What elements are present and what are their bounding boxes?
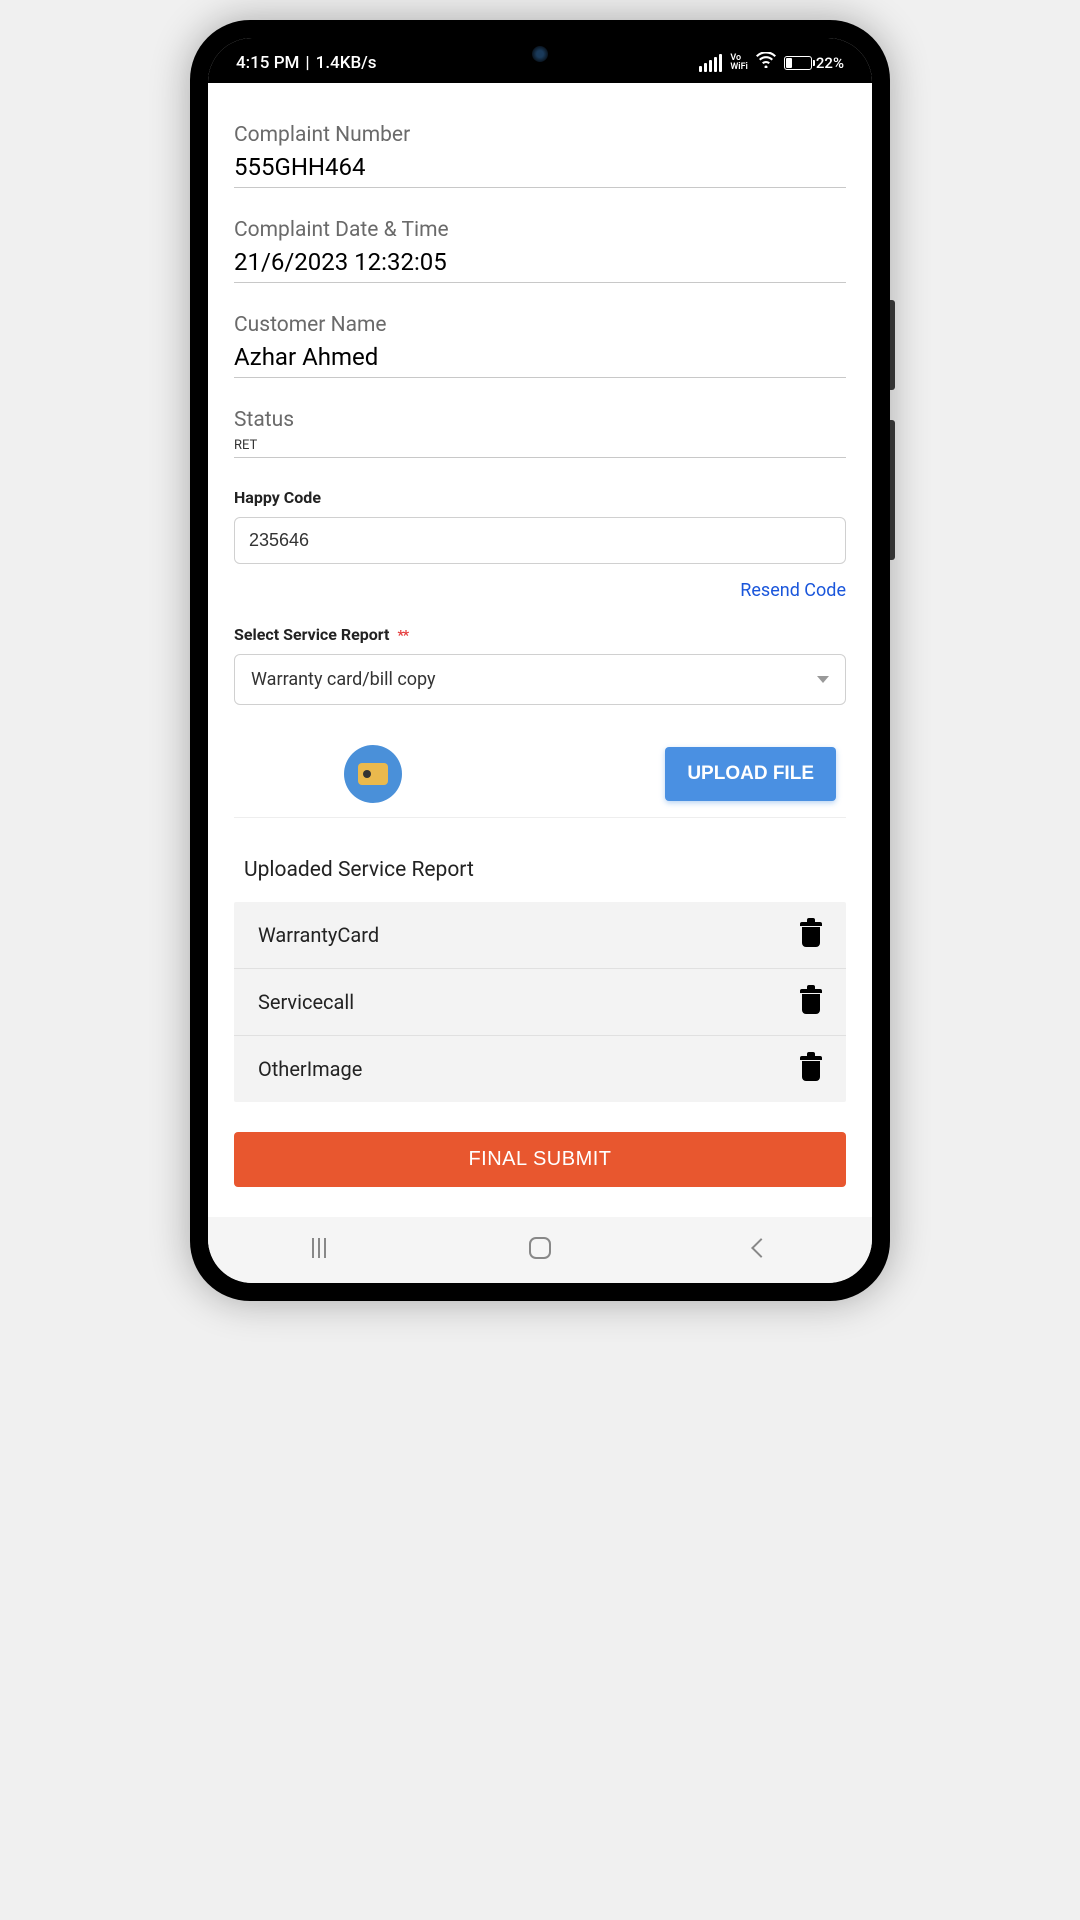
complaint-number-value: 555GHH464: [234, 153, 846, 188]
customer-name-field: Customer Name Azhar Ahmed: [234, 313, 846, 378]
home-button[interactable]: [520, 1233, 560, 1263]
phone-frame: 4:15 PM | 1.4KB/s VoWiFi 22%: [190, 20, 890, 1301]
camera-icon[interactable]: [344, 745, 402, 803]
complaint-number-label: Complaint Number: [234, 123, 846, 147]
required-marker: **: [397, 628, 408, 644]
trash-icon[interactable]: [800, 922, 822, 948]
dropdown-selected-value: Warranty card/bill copy: [251, 669, 436, 690]
battery-percent: 22%: [816, 54, 844, 72]
final-submit-button[interactable]: FINAL SUBMIT: [234, 1132, 846, 1187]
status-label: Status: [234, 408, 846, 432]
resend-code-link[interactable]: Resend Code: [740, 580, 846, 601]
signal-icon: [699, 54, 722, 72]
upload-file-button[interactable]: UPLOAD FILE: [665, 747, 836, 801]
network-speed: 1.4KB/s: [316, 53, 377, 73]
list-item: Servicecall: [234, 969, 846, 1036]
service-report-dropdown[interactable]: Warranty card/bill copy: [234, 654, 846, 705]
form-content: Complaint Number 555GHH464 Complaint Dat…: [208, 83, 872, 1217]
uploaded-file-name: WarrantyCard: [258, 923, 379, 947]
complaint-datetime-label: Complaint Date & Time: [234, 218, 846, 242]
uploaded-list: WarrantyCard Servicecall OtherImage: [234, 902, 846, 1102]
list-item: OtherImage: [234, 1036, 846, 1102]
list-item: WarrantyCard: [234, 902, 846, 969]
navigation-bar: [208, 1217, 872, 1283]
customer-name-label: Customer Name: [234, 313, 846, 337]
uploaded-file-name: OtherImage: [258, 1057, 362, 1081]
front-camera: [532, 46, 548, 62]
recent-apps-button[interactable]: [299, 1233, 339, 1263]
status-time: 4:15 PM: [236, 53, 299, 73]
happy-code-input[interactable]: [234, 517, 846, 564]
chevron-down-icon: [817, 676, 829, 683]
complaint-number-field: Complaint Number 555GHH464: [234, 123, 846, 188]
trash-icon[interactable]: [800, 1056, 822, 1082]
trash-icon[interactable]: [800, 989, 822, 1015]
status-value: RET: [234, 438, 846, 458]
vo-wifi-icon: VoWiFi: [730, 54, 748, 72]
battery-indicator: 22%: [784, 54, 844, 72]
select-report-label: Select Service Report **: [234, 625, 846, 644]
complaint-datetime-value: 21/6/2023 12:32:05: [234, 248, 846, 283]
wifi-icon: [756, 52, 776, 73]
status-field: Status RET: [234, 408, 846, 458]
uploaded-file-name: Servicecall: [258, 990, 354, 1014]
happy-code-label: Happy Code: [234, 488, 846, 507]
uploaded-report-header: Uploaded Service Report: [244, 858, 846, 882]
back-button[interactable]: [741, 1233, 781, 1263]
status-separator: |: [305, 53, 309, 73]
upload-row: UPLOAD FILE: [234, 745, 846, 818]
customer-name-value: Azhar Ahmed: [234, 343, 846, 378]
complaint-datetime-field: Complaint Date & Time 21/6/2023 12:32:05: [234, 218, 846, 283]
